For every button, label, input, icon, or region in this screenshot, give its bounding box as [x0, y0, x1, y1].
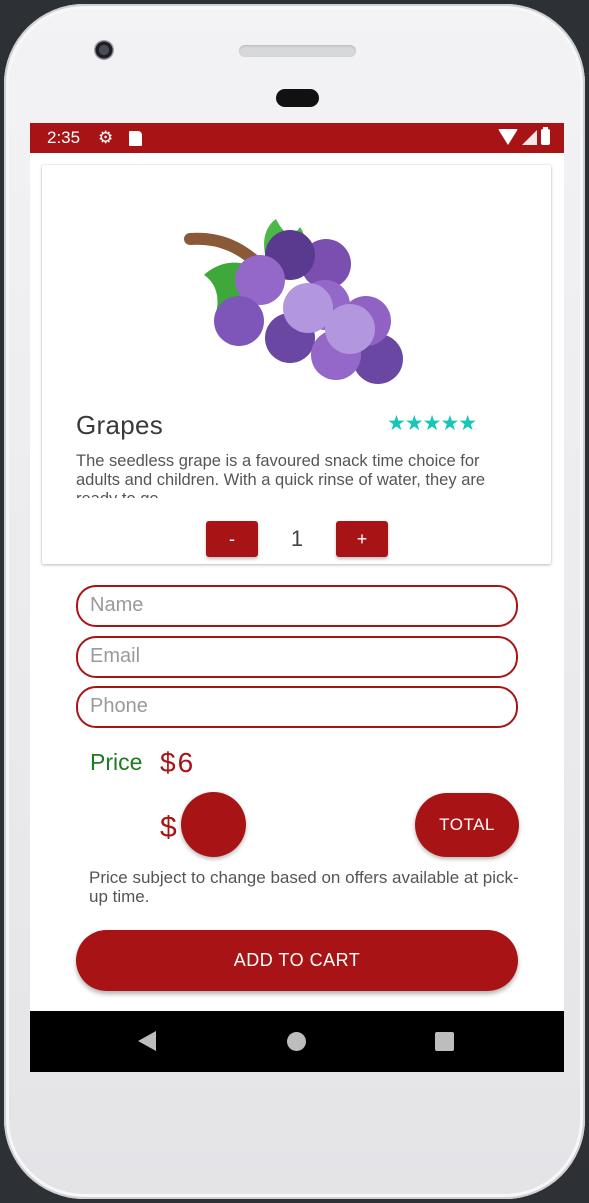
sd-card-icon	[129, 131, 142, 146]
status-bar: 2:35 ⚙	[30, 123, 564, 153]
status-time: 2:35	[47, 128, 81, 147]
navigation-bar	[30, 1011, 564, 1072]
product-description: The seedless grape is a favoured snack t…	[76, 452, 486, 498]
email-field[interactable]	[76, 636, 518, 678]
phone-field[interactable]	[76, 686, 518, 728]
total-currency-symbol: $	[160, 811, 177, 844]
decrease-quantity-button[interactable]: -	[206, 521, 258, 557]
phone-input[interactable]	[78, 688, 490, 724]
name-field[interactable]	[76, 585, 518, 627]
earpiece-speaker	[239, 45, 356, 57]
product-name: Grapes	[76, 410, 164, 440]
increase-quantity-button[interactable]: +	[336, 521, 388, 557]
price-label: Price	[90, 749, 143, 775]
screen: 2:35 ⚙ Grapes ★★★★★ The seedless grape i…	[30, 123, 564, 1072]
total-amount-circle	[181, 792, 246, 857]
star-rating: ★★★★★	[387, 412, 477, 435]
total-button[interactable]: TOTAL	[415, 793, 519, 857]
gear-icon: ⚙	[98, 128, 114, 147]
battery-icon	[541, 127, 550, 145]
add-to-cart-button[interactable]: ADD TO CART	[76, 930, 518, 991]
status-icons	[498, 127, 550, 145]
quantity-value: 1	[290, 526, 304, 551]
email-input[interactable]	[78, 638, 490, 674]
wifi-icon	[498, 129, 518, 145]
signal-icon	[522, 129, 537, 145]
front-camera	[94, 40, 114, 60]
price-notice: Price subject to change based on offers …	[89, 868, 519, 906]
price-value: $6	[160, 747, 196, 778]
grapes-image	[184, 219, 403, 384]
name-input[interactable]	[78, 587, 490, 623]
home-icon[interactable]	[287, 1032, 306, 1051]
proximity-sensor	[276, 89, 319, 107]
product-card: Grapes ★★★★★ The seedless grape is a fav…	[42, 165, 551, 564]
back-icon[interactable]	[138, 1031, 156, 1051]
recent-apps-icon[interactable]	[435, 1032, 454, 1051]
phone-frame: 2:35 ⚙ Grapes ★★★★★ The seedless grape i…	[0, 0, 589, 1203]
